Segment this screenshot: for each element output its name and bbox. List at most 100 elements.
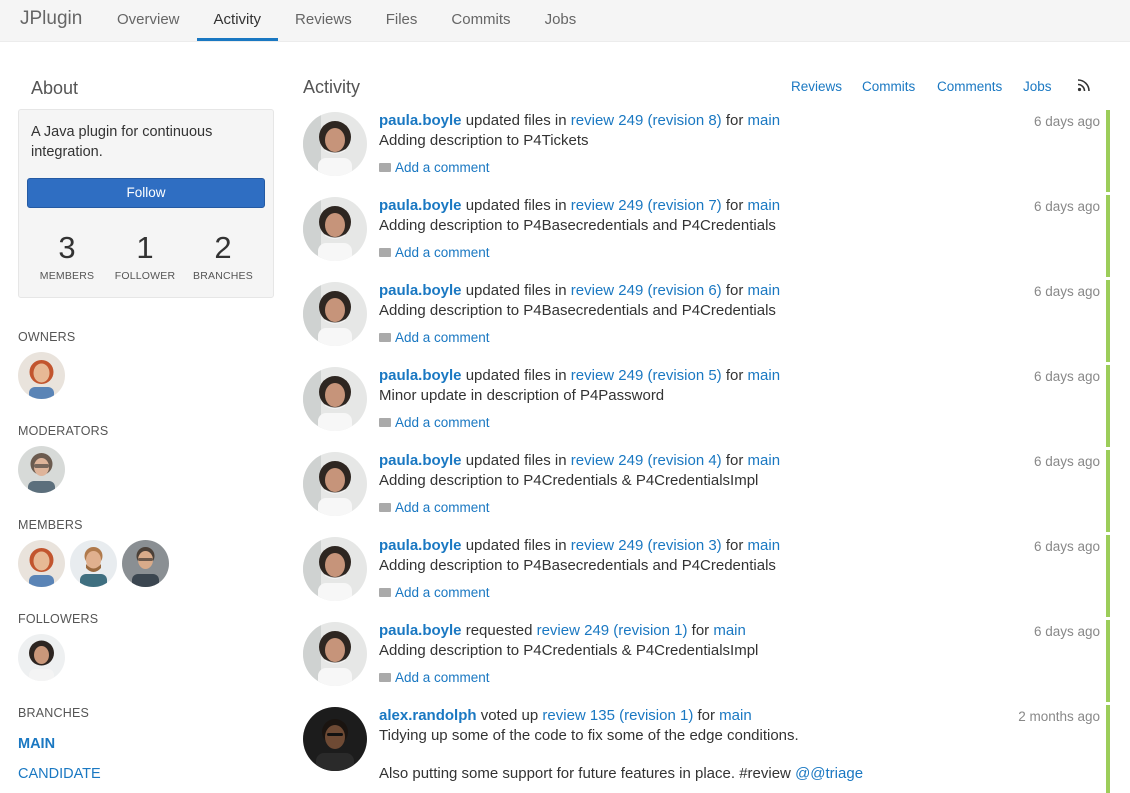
follow-button[interactable]: Follow (27, 178, 265, 208)
filter-jobs[interactable]: Jobs (1023, 79, 1052, 94)
activity-message: Adding description to P4Basecredentials … (379, 302, 776, 319)
filter-commits[interactable]: Commits (862, 79, 915, 94)
user-link[interactable]: paula.boyle (379, 197, 462, 214)
review-link[interactable]: review 249 (revision 3) (571, 537, 722, 554)
branch-link[interactable]: main (748, 197, 781, 214)
user-avatar[interactable] (303, 707, 367, 771)
for-text: for (721, 537, 748, 554)
review-link[interactable]: review 249 (revision 5) (571, 367, 722, 384)
for-text: for (693, 707, 720, 724)
branch-link[interactable]: main (748, 452, 781, 469)
members-label: MEMBERS (18, 518, 83, 532)
user-avatar[interactable] (303, 112, 367, 176)
user-avatar[interactable] (303, 282, 367, 346)
user-avatar[interactable] (303, 452, 367, 516)
add-comment-label: Add a comment (395, 670, 490, 685)
for-text: for (721, 197, 748, 214)
user-link[interactable]: paula.boyle (379, 367, 462, 384)
filter-reviews[interactable]: Reviews (791, 79, 842, 94)
rss-feed-icon[interactable] (1077, 78, 1091, 92)
activity-summary: paula.boyle updated files in review 249 … (379, 367, 780, 384)
status-bar (1106, 620, 1110, 702)
add-comment-link[interactable]: Add a comment (379, 500, 490, 515)
activity-summary: paula.boyle updated files in review 249 … (379, 452, 780, 469)
add-comment-link[interactable]: Add a comment (379, 670, 490, 685)
branches-stat[interactable]: 2 BRANCHES (184, 230, 262, 282)
branch-link-candidate[interactable]: CANDIDATE (18, 766, 101, 782)
review-link[interactable]: review 249 (revision 4) (571, 452, 722, 469)
user-link[interactable]: paula.boyle (379, 282, 462, 299)
tab-jobs[interactable]: Jobs (528, 0, 594, 41)
comment-icon (379, 333, 391, 342)
review-link[interactable]: review 249 (revision 6) (571, 282, 722, 299)
activity-entry: paula.boyle updated files in review 249 … (303, 280, 1110, 362)
comment-icon (379, 503, 391, 512)
status-bar (1106, 365, 1110, 447)
timestamp: 6 days ago (1033, 199, 1100, 214)
add-comment-link[interactable]: Add a comment (379, 415, 490, 430)
add-comment-label: Add a comment (395, 500, 490, 515)
review-link[interactable]: review 249 (revision 7) (571, 197, 722, 214)
review-link[interactable]: review 249 (revision 1) (537, 622, 688, 639)
activity-message: Adding description to P4Credentials & P4… (379, 642, 759, 659)
branch-link[interactable]: main (748, 537, 781, 554)
members-stat-label: MEMBERS (39, 270, 95, 282)
branch-link[interactable]: main (713, 622, 746, 639)
review-link[interactable]: review 249 (revision 8) (571, 112, 722, 129)
branch-link[interactable]: main (719, 707, 752, 724)
members-stat[interactable]: 3 MEMBERS (28, 230, 106, 282)
branch-link[interactable]: main (748, 367, 781, 384)
user-link[interactable]: paula.boyle (379, 622, 462, 639)
activity-entry: paula.boyle updated files in review 249 … (303, 110, 1110, 192)
project-title: JPlugin (20, 8, 83, 29)
activity-summary: paula.boyle updated files in review 249 … (379, 197, 780, 214)
owners-label: OWNERS (18, 330, 76, 344)
activity-entry: paula.boyle updated files in review 249 … (303, 195, 1110, 277)
user-avatar[interactable] (303, 367, 367, 431)
owner-avatar[interactable] (18, 352, 65, 399)
user-link[interactable]: alex.randolph (379, 707, 477, 724)
activity-summary: paula.boyle updated files in review 249 … (379, 282, 780, 299)
branch-link[interactable]: main (748, 282, 781, 299)
comment-icon (379, 418, 391, 427)
branch-link-main[interactable]: MAIN (18, 736, 55, 752)
tab-reviews[interactable]: Reviews (278, 0, 369, 41)
user-avatar[interactable] (303, 622, 367, 686)
branch-link[interactable]: main (748, 112, 781, 129)
tab-commits[interactable]: Commits (434, 0, 527, 41)
activity-message: Adding description to P4Credentials & P4… (379, 472, 759, 489)
timestamp: 6 days ago (1033, 454, 1100, 469)
tab-bar: Overview Activity Reviews Files Commits … (100, 0, 593, 42)
activity-entry: paula.boyle updated files in review 249 … (303, 535, 1110, 617)
review-link[interactable]: review 135 (revision 1) (542, 707, 693, 724)
user-link[interactable]: paula.boyle (379, 537, 462, 554)
project-description: A Java plugin for continuous integration… (31, 124, 213, 160)
filter-comments[interactable]: Comments (937, 79, 1002, 94)
add-comment-link[interactable]: Add a comment (379, 585, 490, 600)
user-avatar[interactable] (303, 537, 367, 601)
user-avatar[interactable] (303, 197, 367, 261)
moderator-avatar[interactable] (18, 446, 65, 493)
user-link[interactable]: paula.boyle (379, 452, 462, 469)
activity-message: Minor update in description of P4Passwor… (379, 387, 665, 404)
member-avatar[interactable] (122, 540, 169, 587)
member-avatar[interactable] (70, 540, 117, 587)
tab-overview[interactable]: Overview (100, 0, 197, 41)
timestamp: 6 days ago (1033, 624, 1100, 639)
activity-message: Adding description to P4Basecredentials … (379, 557, 776, 574)
add-comment-link[interactable]: Add a comment (379, 160, 490, 175)
tab-files[interactable]: Files (369, 0, 435, 41)
status-bar (1106, 195, 1110, 277)
follower-avatar[interactable] (18, 634, 65, 681)
add-comment-link[interactable]: Add a comment (379, 330, 490, 345)
activity-entry: paula.boyle updated files in review 249 … (303, 450, 1110, 532)
tab-activity[interactable]: Activity (196, 0, 279, 41)
add-comment-label: Add a comment (395, 245, 490, 260)
member-avatar[interactable] (18, 540, 65, 587)
add-comment-link[interactable]: Add a comment (379, 245, 490, 260)
followers-stat[interactable]: 1 FOLLOWER (106, 230, 184, 282)
activity-entry: paula.boyle updated files in review 249 … (303, 365, 1110, 447)
mention-link[interactable]: @@triage (795, 765, 863, 782)
user-link[interactable]: paula.boyle (379, 112, 462, 129)
add-comment-label: Add a comment (395, 415, 490, 430)
